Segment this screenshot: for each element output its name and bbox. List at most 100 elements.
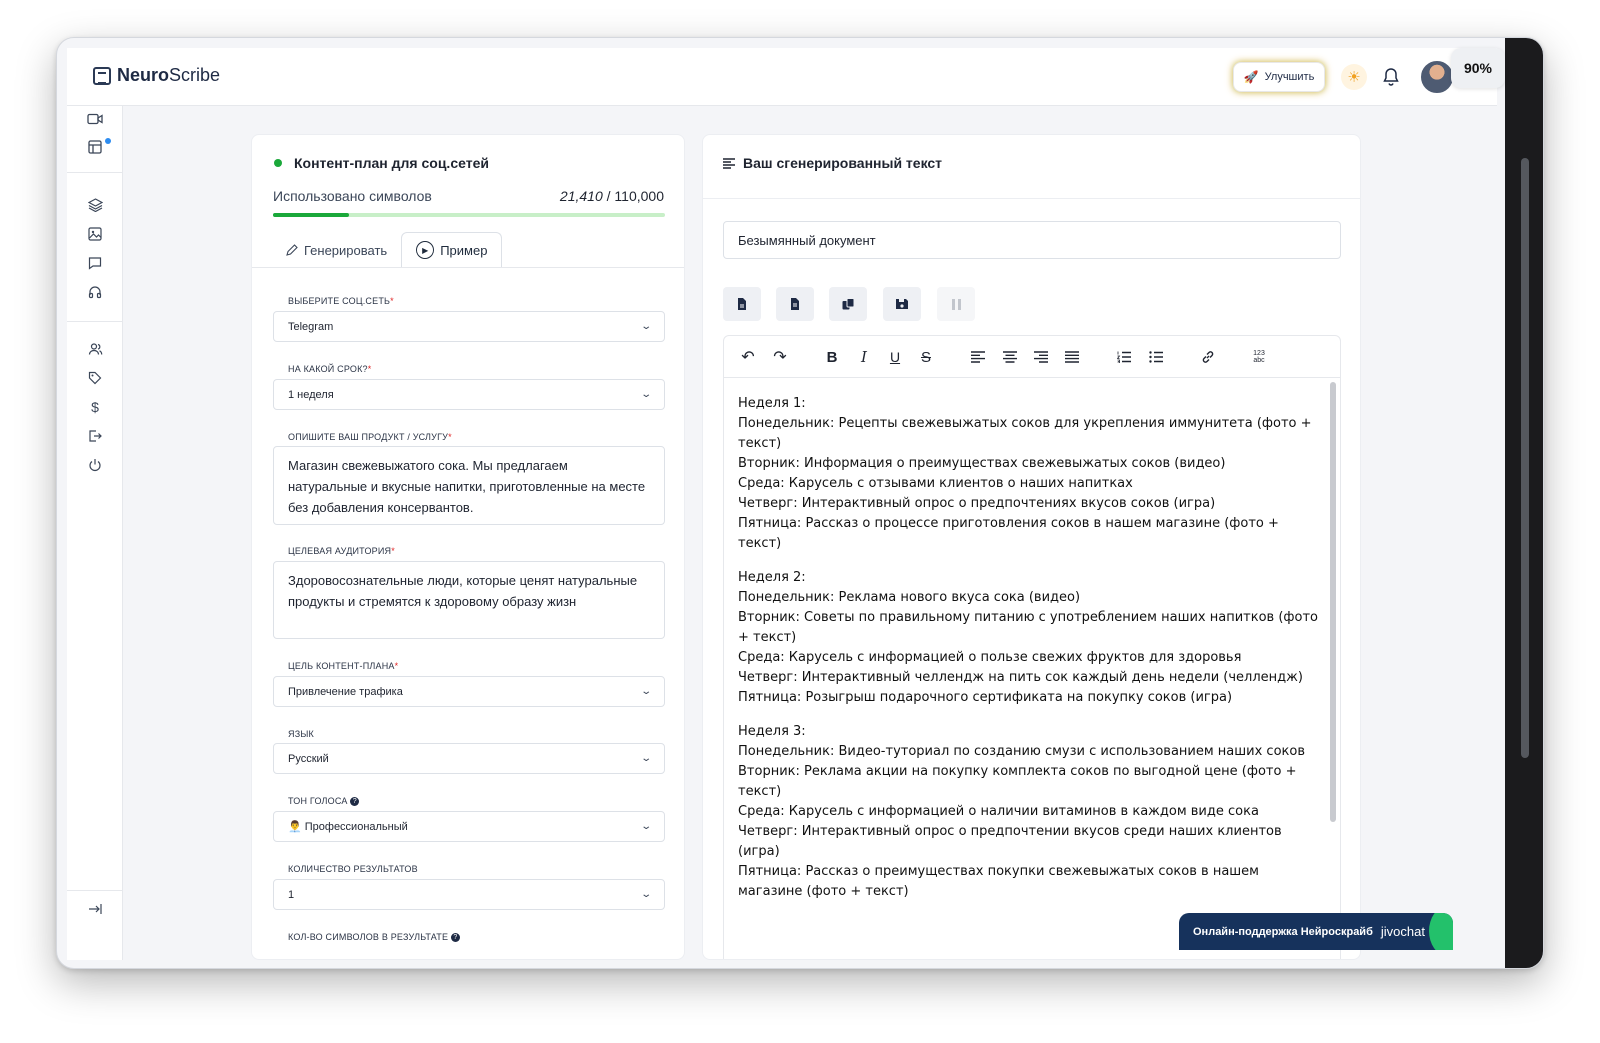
status-dot: [274, 159, 282, 167]
strikethrough-icon[interactable]: S: [915, 346, 937, 368]
play-icon: ▶: [416, 241, 435, 259]
align-right-icon[interactable]: [1030, 346, 1052, 368]
new-indicator-dot: [105, 138, 111, 144]
theme-toggle-sun-icon[interactable]: ☀: [1341, 64, 1367, 90]
form-tabs: Генерировать ▶ Пример: [272, 232, 503, 268]
tab-example[interactable]: ▶ Пример: [401, 232, 503, 268]
spellcheck-icon[interactable]: 123 abc: [1248, 346, 1270, 368]
video-icon[interactable]: [86, 110, 104, 128]
chevron-down-icon: ⌄: [639, 686, 652, 697]
save-icon: [896, 299, 908, 309]
app-viewport: NeuroScribe 🚀 Улучшить ☀ 90% $ Контент-п…: [67, 48, 1505, 960]
plan-line: Среда: Карусель с информацией о наличии …: [738, 804, 1259, 819]
results-count-select[interactable]: 1 ⌄: [273, 879, 665, 910]
underline-icon[interactable]: U: [884, 346, 906, 368]
period-label: На какой срок?*: [288, 364, 372, 374]
rich-text-editor: ↶ ↷ B I U S 123 abc Неделя 1: Понедельни…: [723, 335, 1341, 959]
document-name-input[interactable]: Безымянный документ: [723, 221, 1341, 259]
audience-textarea[interactable]: Здоровосознательные люди, которые ценят …: [273, 561, 665, 639]
page-scrollbar[interactable]: [1521, 158, 1529, 758]
social-select[interactable]: Telegram ⌄: [273, 311, 665, 342]
week-block: Неделя 1: Понедельник: Рецепты свежевыжат…: [738, 394, 1318, 554]
social-label: Выберите соц.сеть*: [288, 296, 394, 306]
window-scrollbar-track: [1505, 38, 1543, 968]
bold-icon[interactable]: B: [821, 346, 843, 368]
chat-icon[interactable]: [86, 254, 104, 272]
sidebar-divider: [67, 890, 123, 891]
save-button[interactable]: [883, 287, 921, 321]
align-center-icon[interactable]: [999, 346, 1021, 368]
export-file-button[interactable]: [776, 287, 814, 321]
link-icon[interactable]: [1197, 346, 1219, 368]
editor-toolbar: ↶ ↷ B I U S 123 abc: [724, 336, 1340, 378]
output-title: Ваш сгенерированный текст: [723, 155, 942, 171]
chevron-down-icon: ⌄: [639, 753, 652, 764]
pause-icon: [951, 298, 961, 310]
zoom-level-badge: 90%: [1451, 48, 1505, 88]
plan-line: Пятница: Рассказ о процессе приготовлени…: [738, 516, 1279, 551]
tab-example-label: Пример: [440, 242, 488, 258]
product-label: Опишите ваш продукт / услугу*: [288, 432, 452, 442]
headphones-icon[interactable]: [86, 283, 104, 301]
plan-line: Среда: Карусель с информацией о пользе с…: [738, 650, 1242, 665]
plan-line: Вторник: Информация о преимуществах свеж…: [738, 456, 1226, 471]
plan-line: Пятница: Рассказ о преимуществах покупки…: [738, 864, 1259, 899]
results-count-label: Количество результатов: [288, 864, 418, 874]
usage-progress-bar: [273, 213, 665, 217]
tone-label: Тон голоса ?: [288, 796, 360, 807]
usage-value: 21,410 / 110,000: [559, 188, 664, 204]
copy-icon: [842, 298, 854, 310]
logout-icon[interactable]: [86, 427, 104, 445]
upgrade-label: Улучшить: [1264, 71, 1315, 83]
power-icon[interactable]: [86, 456, 104, 474]
align-left-icon[interactable]: [967, 346, 989, 368]
layers-icon[interactable]: [86, 196, 104, 214]
plan-line: Понедельник: Реклама нового вкуса сока (…: [738, 590, 1081, 605]
output-header: Ваш сгенерированный текст: [703, 135, 1360, 199]
user-avatar[interactable]: [1419, 59, 1455, 95]
table-icon[interactable]: [86, 138, 104, 156]
output-card: Ваш сгенерированный текст Безымянный док…: [702, 134, 1361, 960]
upgrade-button[interactable]: 🚀 Улучшить: [1233, 62, 1325, 92]
period-select[interactable]: 1 неделя ⌄: [273, 379, 665, 410]
jivochat-leaf-icon: [1429, 913, 1453, 950]
plan-line: Понедельник: Рецепты свежевыжатых соков …: [738, 416, 1312, 451]
tag-icon[interactable]: [86, 369, 104, 387]
italic-icon[interactable]: I: [853, 346, 875, 368]
copy-button[interactable]: [829, 287, 867, 321]
export-doc-button[interactable]: [723, 287, 761, 321]
notifications-bell-icon[interactable]: [1380, 66, 1402, 88]
form-title: Контент-план для соц.сетей: [274, 155, 489, 171]
undo-icon[interactable]: ↶: [737, 346, 759, 368]
top-bar: NeuroScribe 🚀 Улучшить ☀ 90%: [67, 48, 1505, 106]
generator-form-card: Контент-план для соц.сетей Использовано …: [251, 134, 685, 960]
image-icon[interactable]: [86, 225, 104, 243]
expand-sidebar-icon[interactable]: [86, 900, 104, 918]
week-block: Неделя 2: Понедельник: Реклама нового вку…: [738, 568, 1318, 708]
help-icon[interactable]: ?: [450, 933, 460, 943]
ordered-list-icon[interactable]: [1113, 346, 1135, 368]
product-textarea[interactable]: Магазин свежевыжатого сока. Мы предлагае…: [273, 446, 665, 525]
support-label: Онлайн-поддержка Нейроскрайб: [1193, 925, 1373, 938]
language-select[interactable]: Русский ⌄: [273, 743, 665, 774]
users-icon[interactable]: [86, 340, 104, 358]
support-chat-widget[interactable]: Онлайн-поддержка Нейроскрайб jivochat: [1179, 913, 1453, 950]
editor-scrollbar[interactable]: [1330, 382, 1336, 822]
redo-icon[interactable]: ↷: [769, 346, 791, 368]
week-block: Неделя 3: Понедельник: Видео-туториал по …: [738, 722, 1318, 902]
tone-select[interactable]: 👨‍💼 Профессиональный ⌄: [273, 811, 665, 842]
align-justify-icon[interactable]: [1061, 346, 1083, 368]
tab-generate[interactable]: Генерировать: [272, 232, 401, 268]
pause-button[interactable]: [937, 287, 975, 321]
bullet-list-icon[interactable]: [1145, 346, 1167, 368]
goal-select[interactable]: Привлечение трафика ⌄: [273, 676, 665, 707]
output-title-text: Ваш сгенерированный текст: [743, 155, 943, 171]
audience-label: Целевая аудитория*: [288, 546, 395, 556]
plan-line: Пятница: Розыгрыш подарочного сертификат…: [738, 690, 1233, 705]
dollar-icon[interactable]: $: [86, 398, 104, 416]
generated-text[interactable]: Неделя 1: Понедельник: Рецепты свежевыжат…: [738, 394, 1318, 916]
help-icon[interactable]: ?: [350, 797, 360, 807]
brand-logo[interactable]: NeuroScribe: [93, 65, 220, 86]
sidebar-divider: [67, 321, 123, 322]
align-left-icon: [723, 157, 735, 169]
